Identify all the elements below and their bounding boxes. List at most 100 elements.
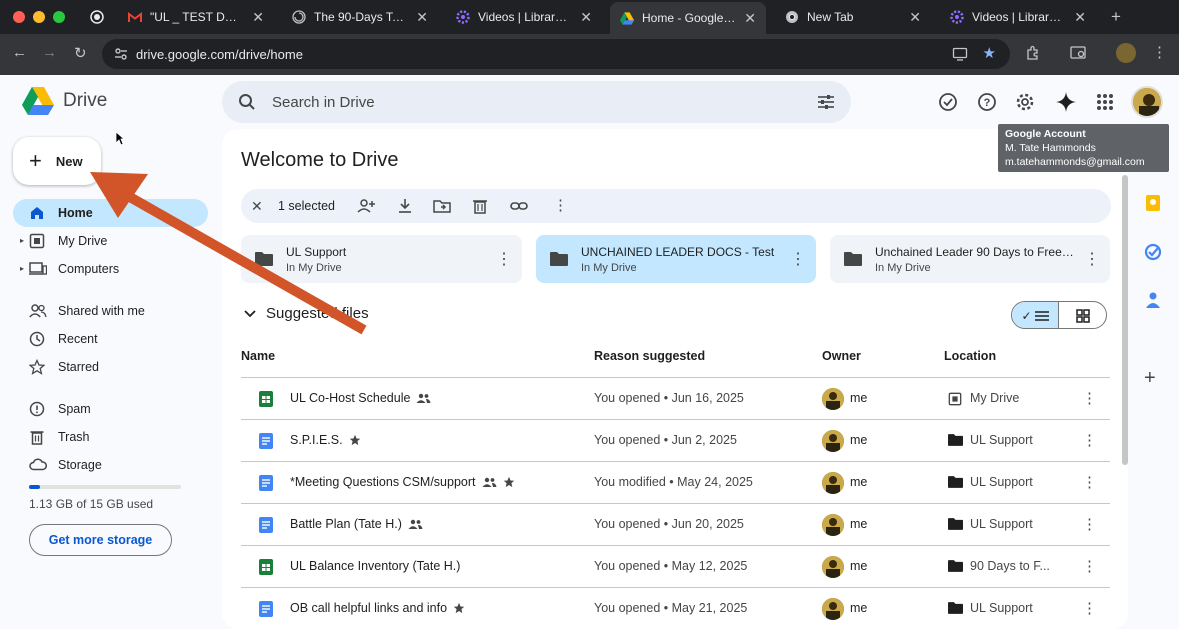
- row-more-icon[interactable]: ⋮: [1082, 389, 1097, 407]
- drive-icon: [620, 11, 634, 25]
- drive-logo[interactable]: Drive: [22, 87, 107, 115]
- browser-tab[interactable]: New Tab ✕: [775, 4, 931, 30]
- chevron-down-icon[interactable]: [244, 309, 256, 318]
- file-location[interactable]: UL Support: [970, 601, 1033, 615]
- sidebar-item-storage[interactable]: Storage: [13, 451, 208, 479]
- copy-link-icon[interactable]: [510, 199, 528, 213]
- site-info-icon[interactable]: [114, 47, 128, 61]
- reload-icon[interactable]: ↻: [74, 44, 87, 62]
- list-view-button[interactable]: ✓: [1012, 302, 1060, 328]
- install-app-icon[interactable]: [952, 46, 968, 62]
- google-account-avatar[interactable]: [1131, 86, 1163, 118]
- expand-caret-icon[interactable]: ▸: [20, 236, 24, 245]
- download-icon[interactable]: [397, 198, 413, 214]
- sidebar-item-starred[interactable]: Starred: [13, 353, 208, 381]
- close-window-button[interactable]: [13, 11, 25, 23]
- file-name: UL Balance Inventory (Tate H.): [290, 559, 461, 573]
- shared-people-icon: [482, 477, 497, 487]
- suggested-files-header[interactable]: Suggested files: [241, 305, 369, 322]
- row-more-icon[interactable]: ⋮: [1082, 599, 1097, 617]
- folder-more-icon[interactable]: ⋮: [496, 249, 512, 269]
- extensions-icon[interactable]: [1025, 45, 1041, 61]
- profile-avatar[interactable]: [1116, 43, 1136, 63]
- row-more-icon[interactable]: ⋮: [1082, 431, 1097, 449]
- chrome-menu-icon[interactable]: ⋮: [1152, 43, 1167, 61]
- help-icon[interactable]: ?: [977, 92, 997, 112]
- expand-caret-icon[interactable]: ▸: [20, 264, 24, 273]
- bookmark-star-icon[interactable]: ★: [983, 44, 996, 62]
- folder-card[interactable]: Unchained Leader 90 Days to Freedo... In …: [830, 235, 1110, 283]
- folder-card[interactable]: UNCHAINED LEADER DOCS - Test In My Drive ⋮: [536, 235, 816, 283]
- file-row[interactable]: OB call helpful links and info You opened…: [241, 587, 1110, 629]
- sidebar-item-recent[interactable]: Recent: [13, 325, 208, 353]
- browser-tab[interactable]: The 90-Days To Free ✕: [282, 4, 438, 30]
- tab-close-icon[interactable]: ✕: [252, 9, 264, 26]
- file-location[interactable]: UL Support: [970, 475, 1033, 489]
- row-more-icon[interactable]: ⋮: [1082, 557, 1097, 575]
- folder-more-icon[interactable]: ⋮: [790, 249, 806, 269]
- move-to-folder-icon[interactable]: [433, 198, 451, 214]
- gemini-sparkle-icon[interactable]: [1055, 91, 1077, 113]
- file-row[interactable]: UL Co-Host Schedule You opened • Jun 16, …: [241, 377, 1110, 419]
- keep-notes-icon[interactable]: [1144, 194, 1162, 212]
- file-location[interactable]: My Drive: [970, 391, 1019, 405]
- sidebar-item-trash[interactable]: Trash: [13, 423, 208, 451]
- offline-ready-icon[interactable]: [938, 92, 958, 112]
- sidebar-item-my-drive[interactable]: ▸ My Drive: [13, 227, 208, 255]
- owner-avatar: [822, 556, 844, 578]
- search-icon[interactable]: [238, 93, 256, 111]
- browser-tab[interactable]: [80, 4, 110, 30]
- column-header-name[interactable]: Name: [241, 349, 275, 363]
- add-addon-plus-icon[interactable]: +: [1144, 368, 1162, 388]
- get-more-storage-button[interactable]: Get more storage: [29, 524, 172, 556]
- browser-tab[interactable]: "UL _ TEST DOCS" - ✕: [118, 4, 274, 30]
- back-icon[interactable]: ←: [12, 44, 27, 61]
- browser-tab[interactable]: Videos | Library | Loo ✕: [446, 4, 602, 30]
- trash-icon[interactable]: [473, 198, 487, 214]
- tasks-icon[interactable]: [1144, 243, 1162, 261]
- browser-tab[interactable]: Videos | Library | Loo ✕: [940, 4, 1096, 30]
- tooltip-title: Google Account: [1005, 128, 1086, 140]
- tab-close-icon[interactable]: ✕: [909, 9, 921, 26]
- tab-close-icon[interactable]: ✕: [416, 9, 428, 26]
- owner-name: me: [850, 433, 868, 447]
- tab-search-icon[interactable]: [1070, 45, 1088, 61]
- share-add-person-icon[interactable]: [357, 198, 375, 214]
- row-more-icon[interactable]: ⋮: [1082, 515, 1097, 533]
- browser-tab[interactable]: Home - Google Drive ✕: [610, 2, 766, 34]
- clear-selection-close-icon[interactable]: ✕: [251, 198, 267, 215]
- more-actions-icon[interactable]: ⋮: [553, 196, 568, 214]
- file-location[interactable]: 90 Days to F...: [970, 559, 1050, 573]
- new-tab-button[interactable]: +: [1111, 7, 1121, 27]
- grid-view-button[interactable]: [1059, 302, 1106, 328]
- file-location[interactable]: UL Support: [970, 517, 1033, 531]
- search-bar[interactable]: Search in Drive: [222, 81, 851, 123]
- forward-icon[interactable]: →: [42, 44, 57, 61]
- sidebar-item-computers[interactable]: ▸ Computers: [13, 255, 208, 283]
- new-button[interactable]: + New: [13, 137, 101, 185]
- row-more-icon[interactable]: ⋮: [1082, 473, 1097, 491]
- sidebar-item-home[interactable]: Home: [13, 199, 208, 227]
- contacts-icon[interactable]: [1144, 291, 1162, 309]
- sidebar-item-shared-with-me[interactable]: Shared with me: [13, 297, 208, 325]
- file-location[interactable]: UL Support: [970, 433, 1033, 447]
- apps-grid-icon[interactable]: [1096, 93, 1114, 111]
- tab-close-icon[interactable]: ✕: [744, 10, 756, 27]
- folder-card[interactable]: UL Support In My Drive ⋮: [241, 235, 522, 283]
- search-options-icon[interactable]: [817, 94, 835, 110]
- folder-icon: [948, 518, 963, 530]
- scrollbar-thumb[interactable]: [1122, 175, 1128, 465]
- file-row[interactable]: *Meeting Questions CSM/support You modifi…: [241, 461, 1110, 503]
- minimize-window-button[interactable]: [33, 11, 45, 23]
- tab-close-icon[interactable]: ✕: [580, 9, 592, 26]
- address-bar[interactable]: drive.google.com/drive/home ★: [102, 39, 1010, 69]
- file-row[interactable]: UL Balance Inventory (Tate H.) You opened…: [241, 545, 1110, 587]
- file-row[interactable]: Battle Plan (Tate H.) You opened • Jun 20…: [241, 503, 1110, 545]
- reason-suggested: You modified • May 24, 2025: [594, 475, 753, 489]
- tab-close-icon[interactable]: ✕: [1074, 9, 1086, 26]
- maximize-window-button[interactable]: [53, 11, 65, 23]
- settings-gear-icon[interactable]: [1015, 92, 1035, 112]
- folder-more-icon[interactable]: ⋮: [1084, 249, 1100, 269]
- file-row[interactable]: S.P.I.E.S. You opened • Jun 2, 2025 me UL S…: [241, 419, 1110, 461]
- sidebar-item-spam[interactable]: Spam: [13, 395, 208, 423]
